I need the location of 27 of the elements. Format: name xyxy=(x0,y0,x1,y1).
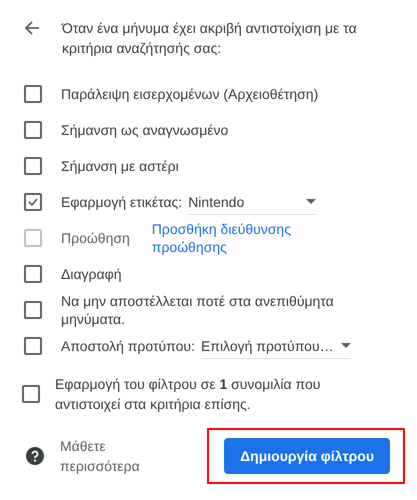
checkbox[interactable] xyxy=(24,85,42,103)
checkbox[interactable] xyxy=(24,121,42,139)
checkbox[interactable] xyxy=(24,265,42,283)
back-arrow-icon[interactable] xyxy=(24,20,40,36)
checkbox[interactable] xyxy=(24,337,42,355)
dropdown[interactable]: Επιλογή προτύπου… xyxy=(200,334,351,358)
caret-icon xyxy=(306,199,316,204)
option-label: Προώθηση xyxy=(61,229,130,247)
checkbox[interactable] xyxy=(24,193,42,211)
checkbox[interactable] xyxy=(24,157,42,175)
option-label: Σήμανση με αστέρι xyxy=(61,157,180,175)
checkmark-icon xyxy=(28,198,38,206)
option-label: Να μην αποστέλλεται ποτέ στα ανεπιθύμητα μηνύματα. xyxy=(61,292,335,328)
option-label: Σήμανση ως αναγνωσμένο xyxy=(61,121,230,139)
checkbox[interactable] xyxy=(24,301,42,319)
filter-description: Όταν ένα μήνυμα έχει ακριβή αντιστοίχιση με τα κριτήρια αναζήτησής σας: xyxy=(62,19,358,58)
learn-more-link[interactable]: Μάθετε περισσότερα xyxy=(60,436,140,476)
option-label: Παράλειψη εισερχομένων (Αρχειοθέτηση) xyxy=(61,85,320,103)
caret-icon xyxy=(340,343,351,348)
create-filter-button[interactable]: Δημιουργία φίλτρου xyxy=(224,438,390,474)
option-label: Αποστολή προτύπου: xyxy=(61,337,195,355)
option-label: Εφαρμογή ετικέτας: xyxy=(61,193,182,211)
apply-filter-label: Εφαρμογή του φίλτρου σε 1 συνομιλία που αντιστοιχεί στα κριτήρια επίσης. xyxy=(55,375,322,414)
option-label: Διαγραφή xyxy=(61,265,122,283)
dropdown[interactable]: Nintendo xyxy=(188,190,316,214)
help-icon[interactable] xyxy=(26,447,44,465)
checkbox[interactable] xyxy=(22,385,40,403)
